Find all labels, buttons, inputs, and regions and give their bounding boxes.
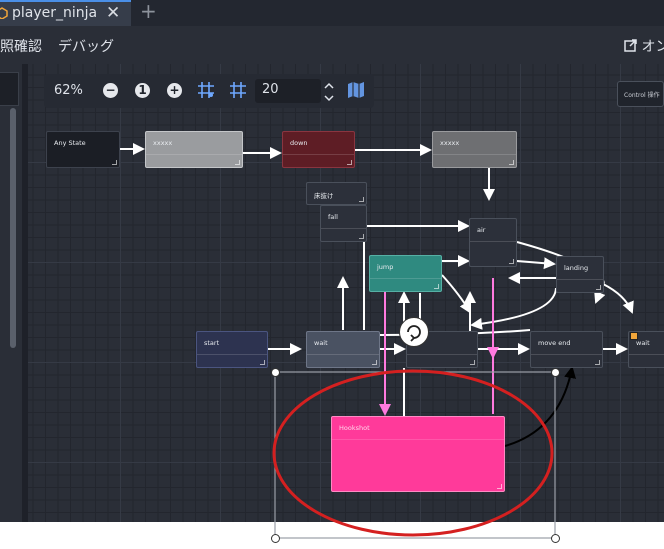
resize-corner[interactable] bbox=[434, 284, 439, 289]
snap-grid-icon[interactable] bbox=[197, 81, 215, 99]
node-move-end[interactable]: move end bbox=[530, 331, 603, 368]
node-small[interactable]: 床抜け bbox=[306, 182, 367, 205]
left-panel-header bbox=[0, 72, 19, 106]
zoom-out-button[interactable]: − bbox=[103, 83, 118, 98]
selection-handle[interactable] bbox=[271, 534, 280, 543]
minimap-icon[interactable] bbox=[346, 80, 366, 100]
close-icon[interactable]: ✕ bbox=[106, 3, 120, 23]
snap-step-input[interactable]: 20 bbox=[255, 79, 321, 103]
resize-corner[interactable] bbox=[497, 484, 502, 489]
node-label: air bbox=[477, 226, 486, 234]
node-divider bbox=[321, 228, 366, 229]
node-label: move end bbox=[538, 339, 571, 347]
snap-step-spinner[interactable] bbox=[322, 79, 336, 105]
left-panel-scrollbar[interactable] bbox=[10, 108, 16, 348]
control-button[interactable]: Control 操作 bbox=[617, 81, 664, 107]
node-divider bbox=[629, 354, 664, 355]
node-divider bbox=[407, 354, 477, 355]
node-divider bbox=[307, 354, 379, 355]
selection-handle[interactable] bbox=[551, 534, 560, 543]
bottom-strip bbox=[0, 522, 664, 549]
menu-item-debug[interactable]: デバッグ bbox=[58, 36, 114, 56]
rotate-button[interactable] bbox=[399, 317, 429, 347]
node-divider bbox=[332, 439, 504, 440]
zoom-level[interactable]: 62% bbox=[54, 83, 83, 98]
node-landing[interactable]: landing bbox=[556, 256, 604, 293]
zoom-reset-button[interactable]: 1 bbox=[135, 83, 150, 98]
node-label: xxxxx bbox=[153, 139, 173, 147]
node-label: Any State bbox=[54, 139, 86, 147]
tab-bar: player_ninja ✕ + bbox=[0, 0, 664, 26]
node-label: down bbox=[290, 139, 308, 147]
resize-corner[interactable] bbox=[260, 360, 265, 365]
node-label: xxxxx bbox=[440, 139, 460, 147]
selection-handle[interactable] bbox=[551, 368, 560, 377]
node-divider bbox=[197, 354, 267, 355]
node-start[interactable]: start bbox=[196, 331, 268, 368]
node-fall[interactable]: fall bbox=[320, 205, 367, 242]
node-down[interactable]: down bbox=[282, 131, 355, 168]
resize-corner[interactable] bbox=[509, 160, 514, 165]
node-jump[interactable]: jump bbox=[369, 255, 442, 292]
resize-corner[interactable] bbox=[595, 360, 600, 365]
tab-label: player_ninja bbox=[12, 5, 98, 21]
node-state2[interactable]: xxxxx bbox=[432, 131, 517, 168]
snap-step-value: 20 bbox=[262, 82, 279, 97]
rotate-icon bbox=[407, 325, 421, 342]
node-label: wait bbox=[636, 339, 650, 347]
node-label: 床抜け bbox=[314, 192, 334, 200]
resize-corner[interactable] bbox=[235, 160, 240, 165]
resize-corner[interactable] bbox=[470, 360, 475, 365]
resize-corner[interactable] bbox=[596, 285, 601, 290]
node-any-state[interactable]: Any State bbox=[46, 131, 120, 168]
selection-handle[interactable] bbox=[271, 368, 280, 377]
node-divider bbox=[283, 154, 354, 155]
resize-corner[interactable] bbox=[359, 197, 364, 202]
resize-corner[interactable] bbox=[347, 160, 352, 165]
external-toggle-button[interactable]: オン bbox=[624, 36, 664, 56]
node-divider bbox=[470, 241, 516, 242]
resize-corner[interactable] bbox=[112, 160, 117, 165]
node-label: wait bbox=[314, 339, 328, 347]
node-hookshot[interactable]: Hookshot bbox=[331, 416, 505, 492]
node-label: landing bbox=[564, 264, 589, 272]
menu-bar: 照確認 デバッグ オン bbox=[0, 26, 664, 64]
tab-player-ninja[interactable]: player_ninja ✕ bbox=[0, 0, 131, 26]
node-label: start bbox=[204, 339, 220, 347]
node-divider bbox=[433, 154, 516, 155]
node-state1[interactable]: xxxxx bbox=[145, 131, 243, 168]
resize-corner[interactable] bbox=[359, 234, 364, 239]
scene-icon bbox=[0, 7, 8, 19]
menu-item-reference-check[interactable]: 照確認 bbox=[0, 36, 42, 56]
grid-icon[interactable] bbox=[229, 81, 247, 99]
node-wait2[interactable]: wait bbox=[628, 331, 664, 368]
node-divider bbox=[557, 279, 603, 280]
node-air[interactable]: air bbox=[469, 218, 517, 267]
external-link-icon bbox=[624, 39, 637, 52]
add-tab-button[interactable]: + bbox=[140, 0, 157, 23]
entry-marker-icon bbox=[630, 332, 638, 340]
node-wait1[interactable]: wait bbox=[306, 331, 380, 368]
resize-corner[interactable] bbox=[509, 259, 514, 264]
node-label: fall bbox=[328, 213, 338, 221]
node-divider bbox=[531, 354, 602, 355]
node-label: Hookshot bbox=[339, 424, 370, 432]
external-toggle-label: オン bbox=[641, 39, 664, 55]
node-divider bbox=[146, 154, 242, 155]
node-divider bbox=[370, 278, 441, 279]
node-label: jump bbox=[377, 263, 394, 271]
left-panel bbox=[0, 64, 22, 549]
resize-corner[interactable] bbox=[372, 360, 377, 365]
zoom-in-button[interactable]: + bbox=[167, 83, 182, 98]
